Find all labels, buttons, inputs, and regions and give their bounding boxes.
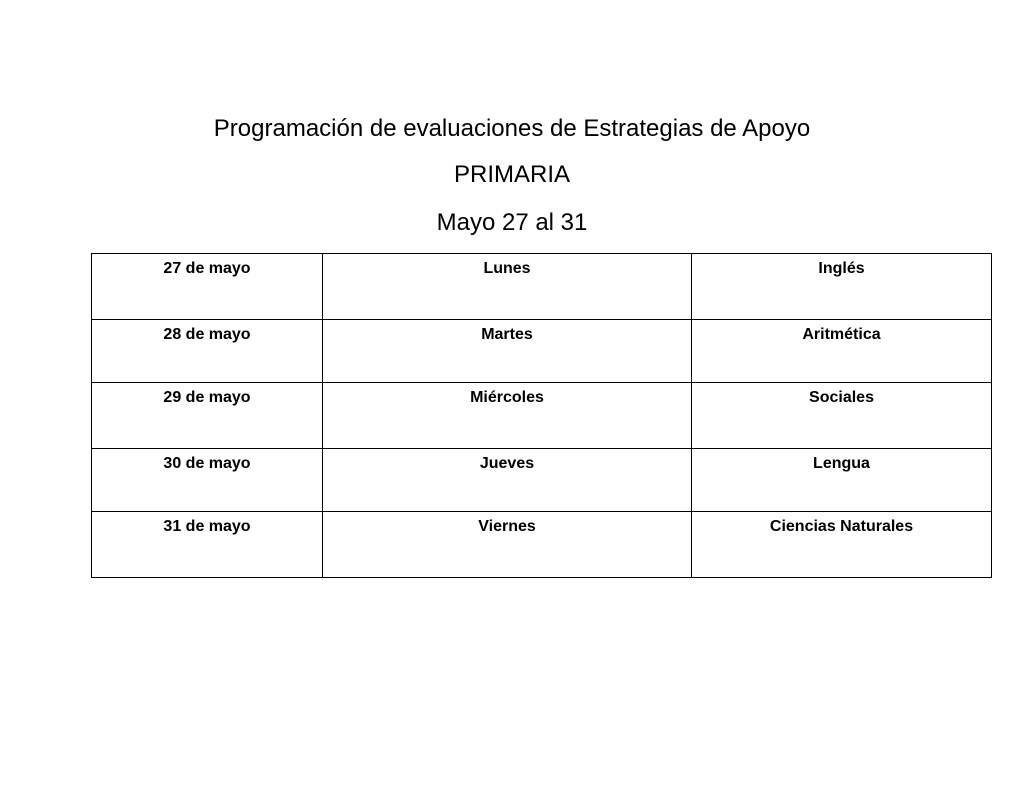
school-level-heading: PRIMARIA [453, 161, 570, 188]
subject-cell: Lengua [691, 448, 992, 512]
weekday-cell: Martes [322, 319, 692, 383]
table-row: 29 de mayo Miércoles Sociales [91, 382, 992, 449]
table-row: 31 de mayo Viernes Ciencias Naturales [91, 511, 992, 578]
subject-cell: Aritmética [691, 319, 992, 383]
date-cell: 30 de mayo [91, 448, 323, 512]
document-title: Programación de evaluaciones de Estrateg… [213, 115, 811, 142]
subject-cell: Ciencias Naturales [691, 511, 992, 578]
subject-cell: Sociales [691, 382, 992, 449]
date-cell: 28 de mayo [91, 319, 323, 383]
table-row: 28 de mayo Martes Aritmética [91, 319, 992, 383]
table-row: 30 de mayo Jueves Lengua [91, 448, 992, 512]
weekday-cell: Lunes [322, 253, 692, 320]
document-page: Programación de evaluaciones de Estrateg… [0, 0, 1024, 791]
weekday-cell: Miércoles [322, 382, 692, 449]
date-cell: 31 de mayo [91, 511, 323, 578]
evaluation-schedule-table: 27 de mayo Lunes Inglés 28 de mayo Marte… [91, 253, 992, 578]
weekday-cell: Jueves [322, 448, 692, 512]
date-cell: 29 de mayo [91, 382, 323, 449]
date-range-heading: Mayo 27 al 31 [436, 209, 588, 236]
weekday-cell: Viernes [322, 511, 692, 578]
table-row: 27 de mayo Lunes Inglés [91, 253, 992, 320]
date-cell: 27 de mayo [91, 253, 323, 320]
subject-cell: Inglés [691, 253, 992, 320]
